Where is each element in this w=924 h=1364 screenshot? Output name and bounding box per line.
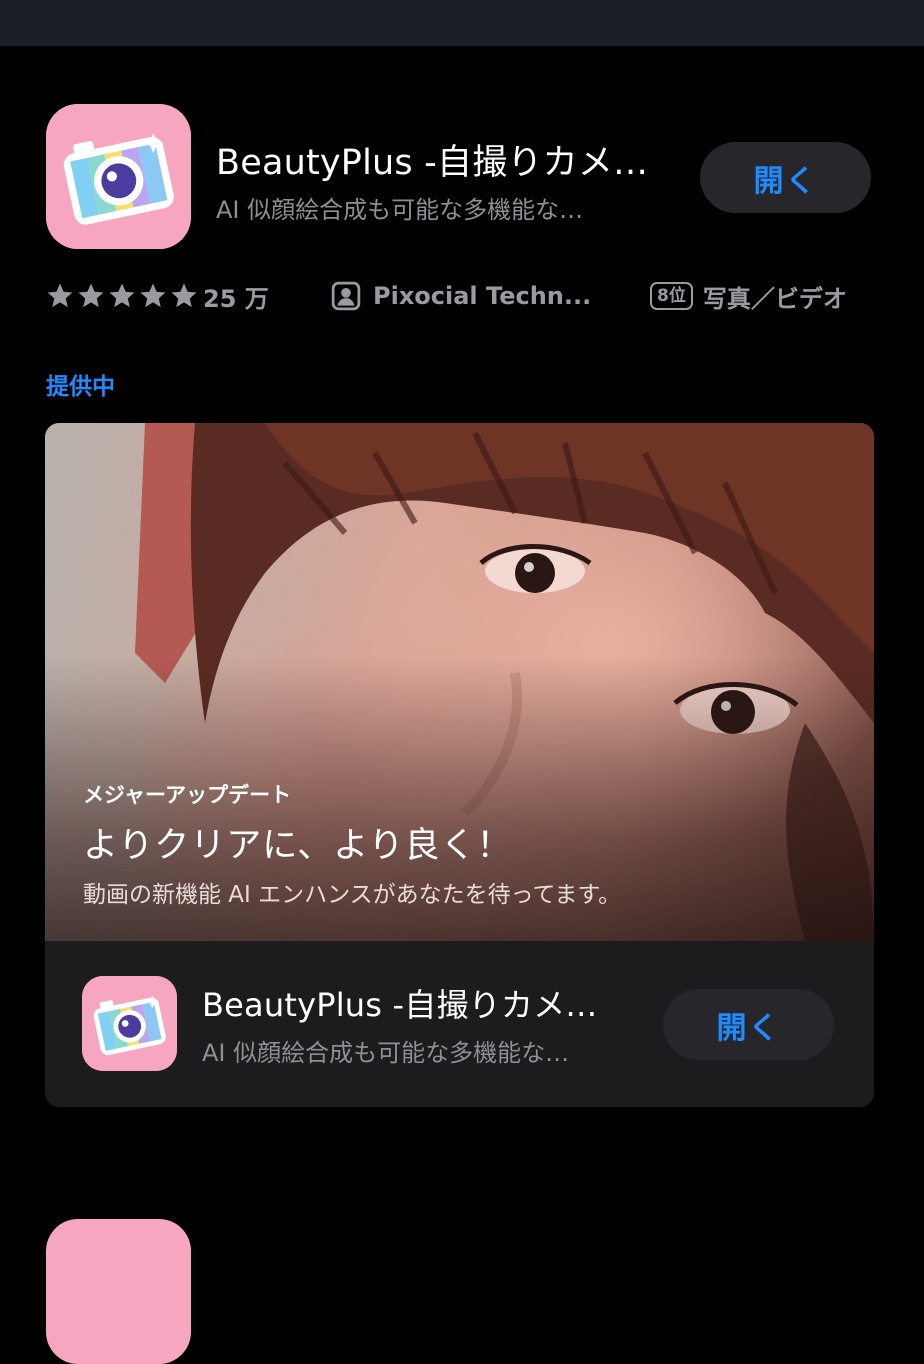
category-label[interactable]: 写真／ビデオ (703, 279, 847, 314)
event-card[interactable]: メジャーアップデート よりクリアに、より良く！ 動画の新機能 AI エンハンスが… (45, 423, 874, 1107)
event-app-icon[interactable] (82, 976, 177, 1071)
app-subtitle: AI 似顔絵合成も可能な多機能な… (216, 196, 584, 224)
person-icon (331, 281, 361, 311)
event-headline: よりクリアに、より良く！ (83, 826, 513, 866)
rating-row: 25 万 (45, 276, 269, 316)
event-kicker: メジャーアップデート (83, 783, 292, 807)
developer-name[interactable]: Pixocial Techn... (373, 282, 591, 310)
status-bar-strip (0, 0, 924, 46)
event-open-button[interactable]: 開く (663, 989, 834, 1060)
rating-stars (45, 281, 199, 311)
star-icon (78, 283, 104, 308)
open-button[interactable]: 開く (700, 142, 871, 213)
section-label: 提供中 (46, 374, 115, 400)
event-description: 動画の新機能 AI エンハンスがあなたを待ってます。 (83, 882, 622, 908)
star-icon (109, 283, 135, 308)
app-icon[interactable] (46, 104, 191, 249)
event-photo[interactable]: メジャーアップデート よりクリアに、より良く！ 動画の新機能 AI エンハンスが… (45, 423, 874, 941)
app-title[interactable]: BeautyPlus -自撮りカメ… (216, 134, 648, 185)
rank-badge: 8位 (650, 282, 693, 310)
camera-icon (82, 976, 177, 1071)
star-icon (47, 283, 73, 308)
event-app-subtitle: AI 似顔絵合成も可能な多機能な… (202, 1039, 570, 1067)
rating-count: 25 万 (203, 284, 269, 313)
next-app-icon-partial[interactable] (46, 1219, 191, 1364)
developer-row[interactable]: Pixocial Techn... (331, 276, 591, 316)
camera-icon (46, 104, 191, 249)
event-app-title[interactable]: BeautyPlus -自撮りカメ… (202, 980, 597, 1026)
star-icon (140, 283, 166, 308)
star-half-icon (171, 283, 197, 308)
category-row[interactable]: 8位 写真／ビデオ (650, 276, 847, 316)
